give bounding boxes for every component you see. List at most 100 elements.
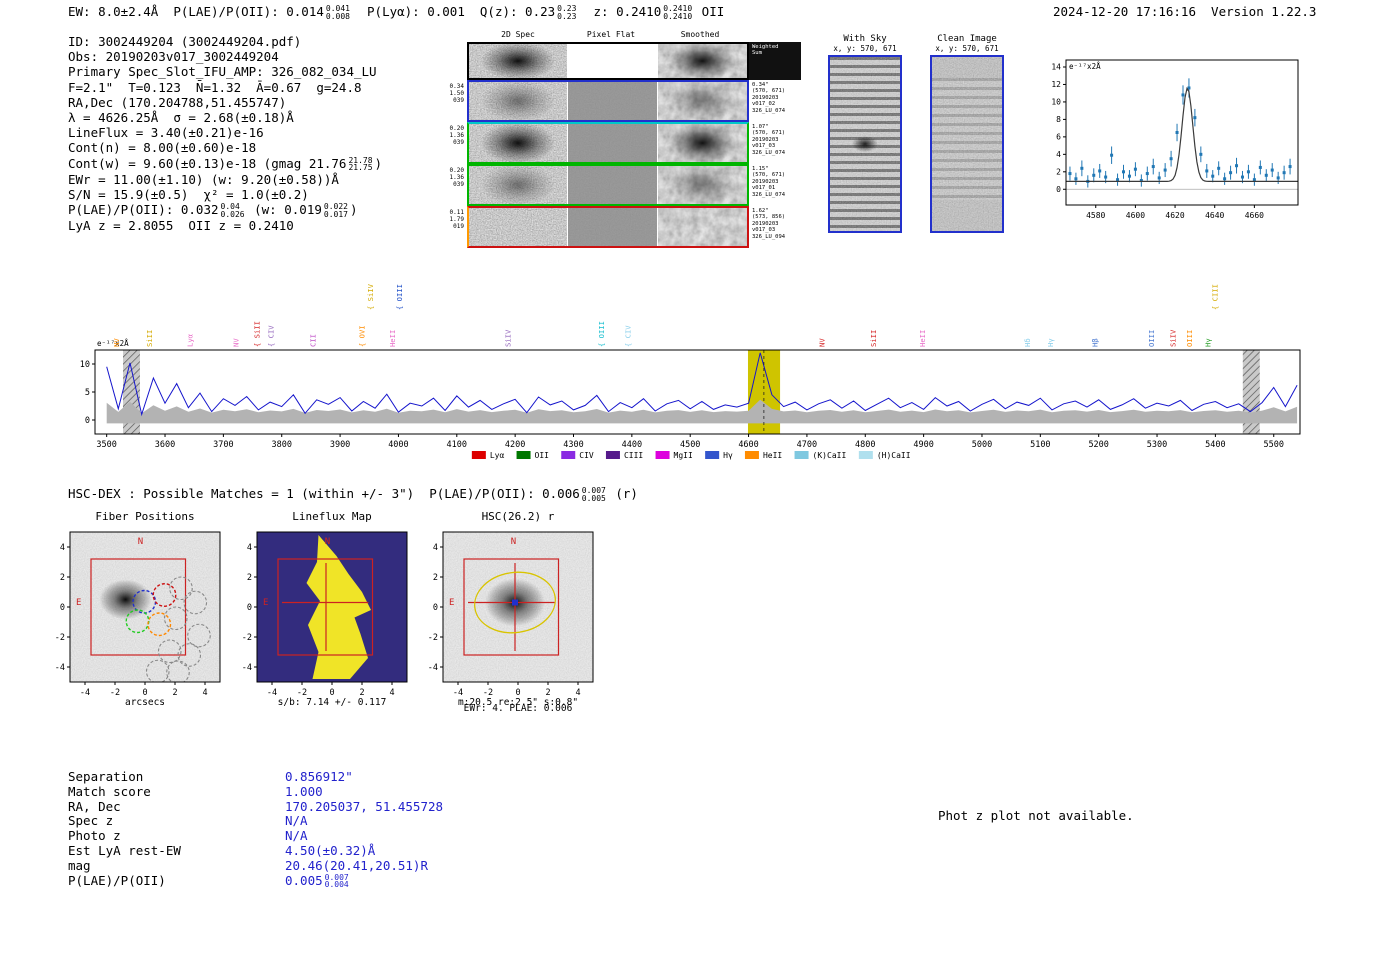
match-table-row: Est LyA rest-EW 4.50(±0.32)Å: [68, 842, 443, 859]
spec2d-row: 0.20 1.36 039 1.07" (570, 671) 20190203 v017_0…: [443, 122, 801, 164]
y-tick-label: 0: [433, 603, 438, 613]
info-line: F=2.1" T=0.123 N̄=1.32 Ā=0.67 g=24.8: [68, 79, 362, 95]
cutout-content: [257, 532, 407, 682]
fiber-xlabel: arcsecs: [124, 697, 166, 708]
stacked-uncertainty: 0.007 0.005: [581, 486, 606, 503]
pixel-flat-cell: [568, 82, 657, 120]
emission-line-label: Hβ: [1091, 338, 1100, 347]
y-tick-label: 0: [85, 416, 90, 426]
y-tick-label: 8: [1056, 115, 1061, 124]
east-label: E: [449, 598, 454, 608]
spec2d-row-labels: 1.07" (570, 671) 20190203 v017_03 326_LU_074: [752, 124, 786, 156]
spec2d-cell: [469, 166, 567, 204]
x-tick-label: 4600: [738, 440, 758, 450]
spec2d-row: 0.20 1.36 039 1.15" (570, 671) 20190203 v017_0…: [443, 164, 801, 206]
emission-line-label: Hγ: [1046, 338, 1055, 347]
y-tick-label: -4: [55, 663, 65, 673]
x-tick-label: -4: [80, 688, 90, 698]
legend-swatch: [858, 451, 873, 459]
match-table-label: Est LyA rest-EW: [68, 842, 181, 858]
legend-label: OII: [535, 451, 550, 460]
x-tick-label: 4580: [1086, 211, 1105, 220]
zoom-spectrum-chart: 4580 4600 4620 4640 4660 0 2 4 6 8 10 12 14 e⁻¹⁷x2Å: [1051, 59, 1299, 220]
emission-blob: [658, 44, 747, 78]
emission-line-label: { CIV: [624, 325, 633, 347]
match-table-value: 20.46(20.41,20.51)R: [285, 857, 428, 873]
info-line: λ = 4626.25Å σ = 2.68(±0.18)Å: [68, 110, 294, 126]
pixel-flat-cell: [568, 124, 657, 162]
x-tick-label: 3800: [271, 440, 291, 450]
info-line: EWr = 11.00(±1.10) (w: 9.20(±0.58))Å: [68, 171, 339, 187]
y-tick-label: 5: [85, 388, 90, 398]
stacked-uncertainty: 0.23 0.23: [557, 4, 577, 21]
stacked-uncertainty: 0.041 0.008: [325, 4, 350, 21]
noise-texture: [568, 82, 657, 120]
with-sky-image: [828, 55, 902, 233]
info-line: LyA z = 2.8055 OII z = 0.2410: [68, 218, 294, 234]
fiber-weight-labels: [443, 42, 467, 80]
x-tick-label: 4100: [447, 440, 467, 450]
emission-line-label: { CIII: [1211, 284, 1220, 310]
with-sky-panel: With Sky x, y: 570, 671: [828, 34, 902, 233]
legend-swatch: [744, 451, 759, 459]
lineflux-map-cutout: Lineflux Map N E -4 -4 -2 -2 0 0 2 2 4 4 s/b: 7.14 …: [227, 510, 417, 708]
info-line: Cont(n) = 8.00(±0.60)e-18: [68, 140, 257, 156]
match-table-value: 170.205037, 51.455728: [285, 798, 444, 814]
spec2d-panel: 2D Spec Pixel Flat Smoothed Weighted Sum 0…: [443, 30, 808, 250]
legend-label: CIV: [579, 451, 594, 460]
info-line: Primary Spec_Slot_IFU_AMP: 326_082_034_L…: [68, 64, 377, 80]
x-tick-label: 3700: [213, 440, 233, 450]
timestamp-version: 2024-12-20 17:16:16 Version 1.22.3: [1053, 4, 1317, 19]
spec2d-rows: Weighted Sum 0.34 1.50 039 0.34" (570, 671) 201…: [443, 42, 801, 248]
legend-swatch: [705, 451, 720, 459]
noise-texture: [932, 57, 1002, 231]
spec2d-cell: [469, 44, 567, 78]
spec2d-row-labels: Weighted Sum: [749, 42, 801, 80]
match-table-row: Photo z N/A: [68, 828, 443, 844]
x-tick-label: 4300: [563, 440, 583, 450]
y-tick-label: 2: [1056, 167, 1061, 176]
hsc-dex-header: HSC-DEX : Possible Matches = 1 (within +…: [68, 486, 638, 503]
match-table-label: Match score: [68, 783, 151, 799]
lineflux-xlabel: s/b: 7.14 +/- 0.117: [277, 697, 387, 708]
info-line: LineFlux = 3.40(±0.21)e-16: [68, 125, 264, 141]
emission-line-label: SiII: [869, 330, 878, 347]
match-table-row: Separation 0.856912": [68, 769, 443, 785]
emission-line-label: SiII: [145, 330, 154, 347]
spec2d-row-labels: 1.62" (573, 856) 20190203 v017_03 326_LU_094: [752, 208, 786, 240]
with-sky-title: With Sky: [843, 34, 887, 44]
x-tick-label: 4200: [505, 440, 525, 450]
y-tick-label: 6: [1056, 132, 1061, 141]
smoothed-cell: [658, 82, 747, 120]
y-tick-label: 2: [60, 573, 65, 583]
x-tick-label: 4640: [1205, 211, 1224, 220]
clean-image-panel: Clean Image x, y: 570, 671: [930, 34, 1004, 233]
y-tick-label: 0: [60, 603, 65, 613]
emission-blob: [658, 166, 747, 204]
full-spectrum-chart: 3500 3600 3700 3800 3900 4000 4100 4200 4300 4400…: [80, 283, 1301, 460]
lineflux-map-title: Lineflux Map: [292, 510, 372, 523]
legend-swatch: [516, 451, 531, 459]
north-label: N: [511, 537, 516, 547]
sp2d-image-strip: [467, 80, 749, 122]
spec2d-row-labels: 0.34" (570, 671) 20190203 v017_02 326_LU_074: [752, 82, 786, 114]
hsc-title: HSC(26.2) r: [481, 510, 555, 523]
info-line: S/N = 15.9(±0.5) χ² = 1.0(±0.2): [68, 186, 309, 202]
emission-blob: [658, 124, 747, 162]
x-tick-label: 4900: [913, 440, 933, 450]
clean-image-coords: x, y: 570, 671: [935, 44, 999, 53]
match-table-row: Spec z N/A: [68, 814, 443, 829]
emission-line-label: SiIV: [503, 329, 512, 347]
y-tick-label: -4: [428, 663, 438, 673]
data-points: [1068, 78, 1292, 188]
spectrum-line: [106, 352, 1298, 417]
east-label: E: [263, 598, 268, 608]
info-line: ID: 3002449204 (3002449204.pdf): [68, 34, 302, 49]
legend-label: HeII: [763, 451, 782, 460]
clean-image: [930, 55, 1004, 233]
emission-line-label: NV: [817, 338, 826, 347]
emission-line-label: HeII: [388, 330, 397, 347]
emission-line-label: { OIII: [597, 321, 606, 347]
spec2d-cell: [469, 82, 567, 120]
spec2d-row: 0.11 1.79 019 1.62" (573, 856) 20190203 v017_0…: [443, 206, 801, 248]
